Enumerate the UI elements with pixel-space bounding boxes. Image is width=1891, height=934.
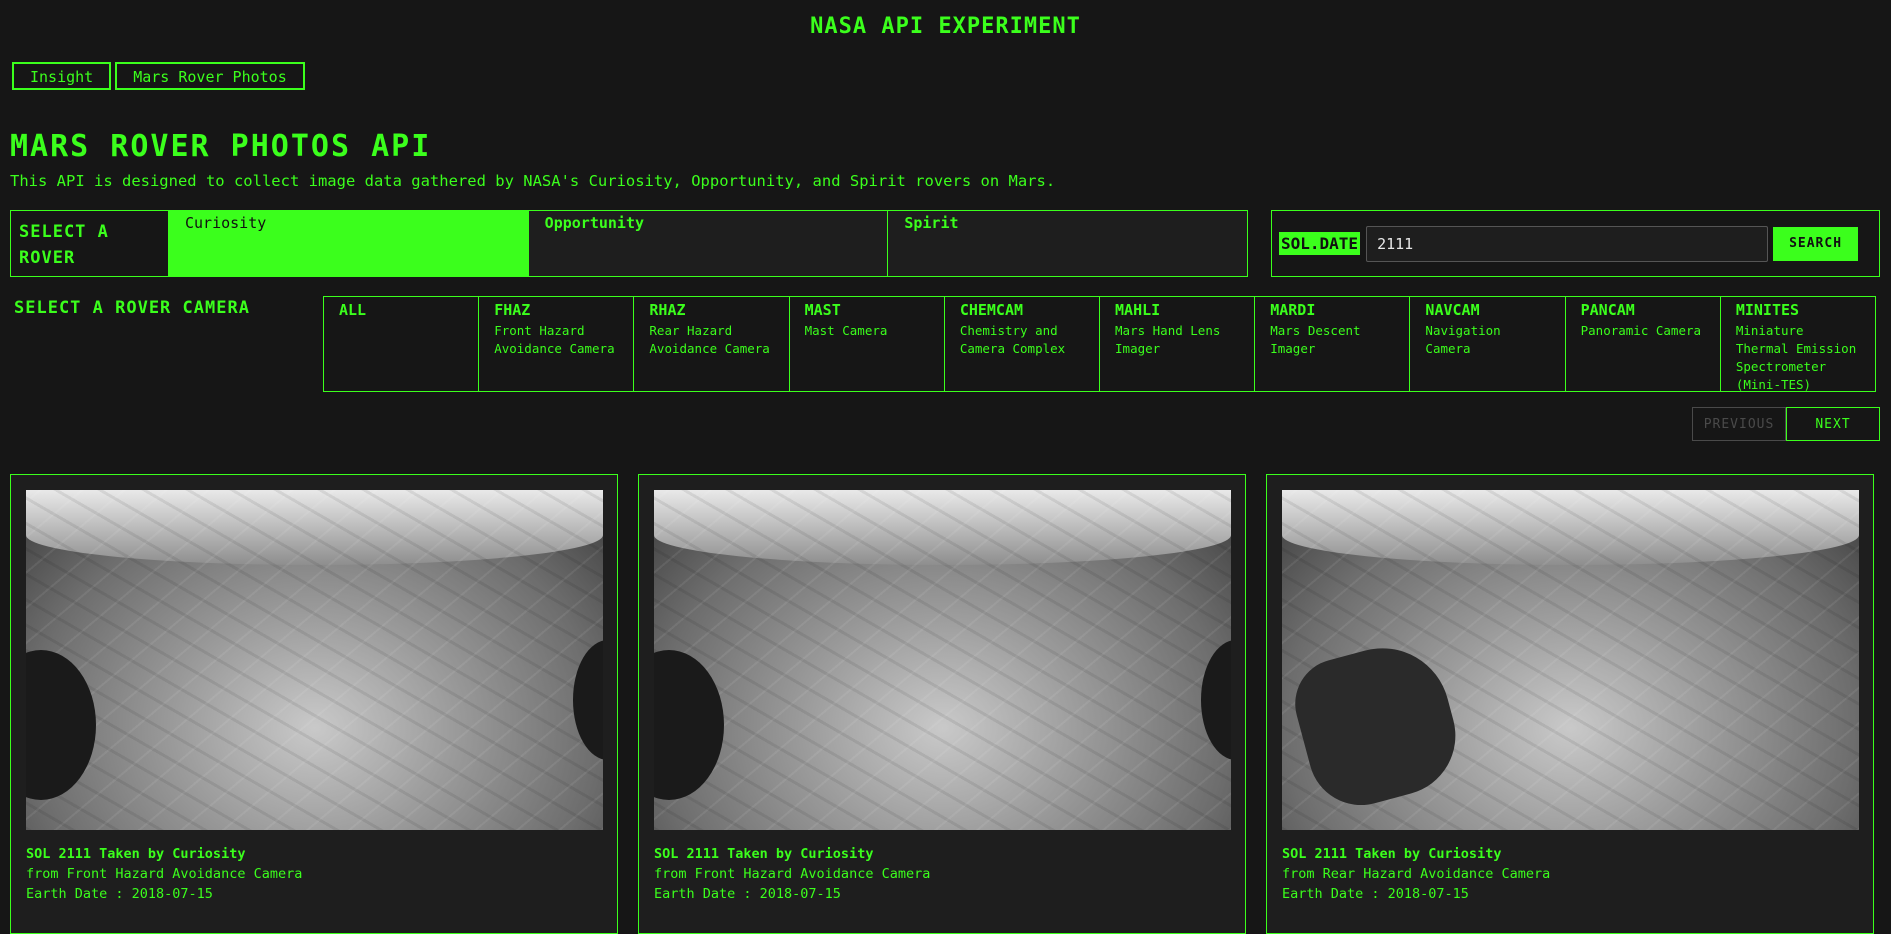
previous-button[interactable]: PREVIOUS bbox=[1692, 407, 1786, 441]
camera-select-label: SELECT A ROVER CAMERA bbox=[14, 298, 250, 318]
pagination: PREVIOUS NEXT bbox=[1692, 407, 1880, 441]
photo-card: SOL 2111 Taken by Curiosity from Rear Ha… bbox=[1266, 474, 1874, 934]
search-button[interactable]: SEARCH bbox=[1773, 226, 1859, 261]
rover-option-opportunity[interactable]: Opportunity bbox=[527, 211, 888, 276]
photo-title: SOL 2111 Taken by Curiosity bbox=[1282, 846, 1502, 862]
camera-code: MINITES bbox=[1735, 301, 1800, 319]
sol-search-box: SOL.DATE SEARCH bbox=[1271, 210, 1880, 277]
camera-option-minites[interactable]: MINITES Miniature Thermal Emission Spect… bbox=[1719, 297, 1875, 392]
rover-photo[interactable] bbox=[26, 490, 603, 830]
rover-wheel bbox=[1285, 633, 1469, 817]
camera-code: ALL bbox=[339, 301, 367, 319]
rover-wheel bbox=[1201, 640, 1231, 760]
photo-grid: SOL 2111 Taken by Curiosity from Front H… bbox=[10, 474, 1874, 934]
camera-name: Navigation Camera bbox=[1425, 323, 1501, 356]
photo-earth-date: Earth Date : 2018-07-15 bbox=[26, 886, 213, 902]
photo-title: SOL 2111 Taken by Curiosity bbox=[26, 846, 246, 862]
sol-date-label: SOL.DATE bbox=[1279, 232, 1361, 255]
rover-option-spirit[interactable]: Spirit bbox=[887, 211, 1248, 276]
top-nav: Insight Mars Rover Photos bbox=[12, 62, 305, 90]
sol-date-input[interactable] bbox=[1366, 225, 1769, 262]
photo-card: SOL 2111 Taken by Curiosity from Front H… bbox=[638, 474, 1246, 934]
photo-title: SOL 2111 Taken by Curiosity bbox=[654, 846, 874, 862]
camera-code: RHAZ bbox=[649, 301, 686, 319]
page-description: This API is designed to collect image da… bbox=[10, 172, 1056, 190]
photo-earth-date: Earth Date : 2018-07-15 bbox=[654, 886, 841, 902]
camera-option-mast[interactable]: MAST Mast Camera bbox=[788, 297, 944, 391]
camera-select: ALL FHAZ Front Hazard Avoidance Camera R… bbox=[323, 296, 1876, 392]
camera-option-rhaz[interactable]: RHAZ Rear Hazard Avoidance Camera bbox=[633, 297, 788, 391]
photo-camera: from Front Hazard Avoidance Camera bbox=[654, 866, 931, 882]
photo-camera: from Front Hazard Avoidance Camera bbox=[26, 866, 303, 882]
camera-code: CHEMCAM bbox=[959, 301, 1024, 319]
camera-option-all[interactable]: ALL bbox=[324, 297, 478, 391]
rover-wheel bbox=[573, 640, 603, 760]
camera-option-chemcam[interactable]: CHEMCAM Chemistry and Camera Complex bbox=[943, 297, 1099, 391]
camera-name: Mars Hand Lens Imager bbox=[1115, 323, 1221, 356]
page-title: MARS ROVER PHOTOS API bbox=[10, 129, 432, 164]
camera-code: MAHLI bbox=[1115, 301, 1161, 319]
rover-wheel bbox=[26, 650, 96, 800]
rover-option-curiosity[interactable]: Curiosity bbox=[168, 211, 528, 276]
nav-mars-rover-photos-button[interactable]: Mars Rover Photos bbox=[115, 62, 305, 90]
camera-name: Chemistry and Camera Complex bbox=[959, 323, 1066, 356]
camera-code: MAST bbox=[804, 301, 841, 319]
rover-photo[interactable] bbox=[654, 490, 1231, 830]
photo-camera: from Rear Hazard Avoidance Camera bbox=[1282, 866, 1551, 882]
camera-code: FHAZ bbox=[494, 301, 531, 319]
camera-code: MARDI bbox=[1270, 301, 1316, 319]
camera-name: Mast Camera bbox=[804, 323, 888, 338]
camera-name: Front Hazard Avoidance Camera bbox=[494, 323, 615, 356]
rover-select-label: SELECT A ROVER bbox=[19, 222, 109, 268]
camera-name: Rear Hazard Avoidance Camera bbox=[649, 323, 770, 356]
nav-insight-button[interactable]: Insight bbox=[12, 62, 112, 90]
photo-card: SOL 2111 Taken by Curiosity from Front H… bbox=[10, 474, 618, 934]
camera-name: Miniature Thermal Emission Spectrometer … bbox=[1735, 323, 1857, 392]
camera-name: Mars Descent Imager bbox=[1270, 323, 1361, 356]
camera-code: PANCAM bbox=[1580, 301, 1635, 319]
camera-option-pancam[interactable]: PANCAM Panoramic Camera bbox=[1564, 297, 1720, 391]
rover-photo[interactable] bbox=[1282, 490, 1859, 830]
photo-earth-date: Earth Date : 2018-07-15 bbox=[1282, 886, 1469, 902]
next-button[interactable]: NEXT bbox=[1786, 407, 1880, 441]
camera-code: NAVCAM bbox=[1425, 301, 1480, 319]
rover-select: SELECT A ROVER Curiosity Opportunity Spi… bbox=[10, 210, 1248, 277]
camera-option-fhaz[interactable]: FHAZ Front Hazard Avoidance Camera bbox=[478, 297, 633, 391]
camera-option-navcam[interactable]: NAVCAM Navigation Camera bbox=[1409, 297, 1564, 391]
camera-option-mardi[interactable]: MARDI Mars Descent Imager bbox=[1254, 297, 1409, 391]
app-title: NASA API EXPERIMENT bbox=[810, 14, 1081, 39]
camera-name: Panoramic Camera bbox=[1580, 323, 1702, 338]
rover-wheel bbox=[654, 650, 724, 800]
camera-option-mahli[interactable]: MAHLI Mars Hand Lens Imager bbox=[1099, 297, 1254, 391]
